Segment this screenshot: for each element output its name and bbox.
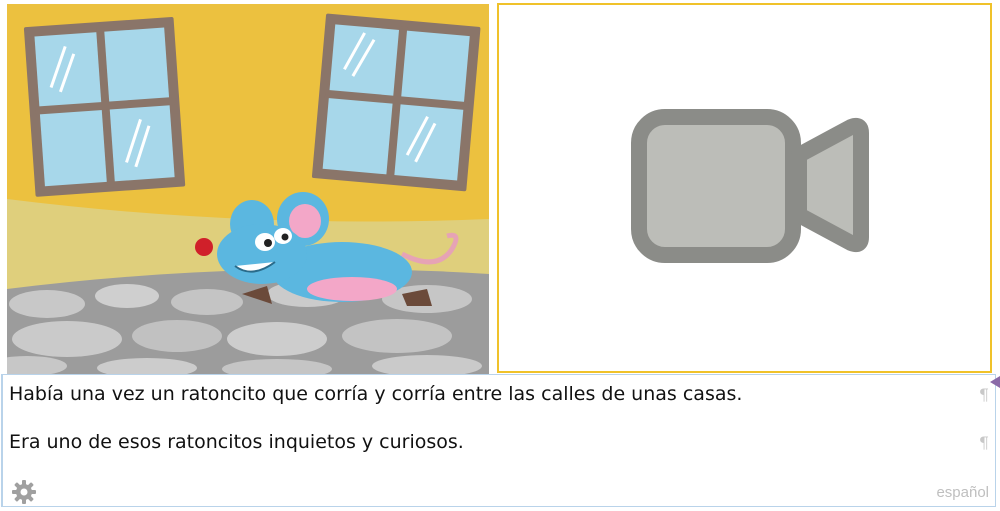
mouse-illustration (7, 4, 489, 374)
language-label[interactable]: español (936, 484, 989, 501)
story-illustration (7, 4, 489, 374)
paragraph-mark-2: ¶ (978, 433, 989, 452)
video-camera-icon (631, 109, 869, 263)
paragraph-mark-1: ¶ (978, 385, 989, 404)
story-line-1[interactable]: Había una vez un ratoncito que corría y … (9, 383, 742, 405)
gear-icon[interactable] (11, 479, 37, 505)
story-text-editor[interactable]: Había una vez un ratoncito que corría y … (1, 374, 996, 507)
triangle-marker-icon (990, 376, 1000, 388)
story-line-2[interactable]: Era uno de esos ratoncitos inquietos y c… (9, 431, 464, 453)
page-frame: Había una vez un ratoncito que corría y … (0, 0, 1000, 511)
video-placeholder[interactable] (497, 3, 992, 373)
